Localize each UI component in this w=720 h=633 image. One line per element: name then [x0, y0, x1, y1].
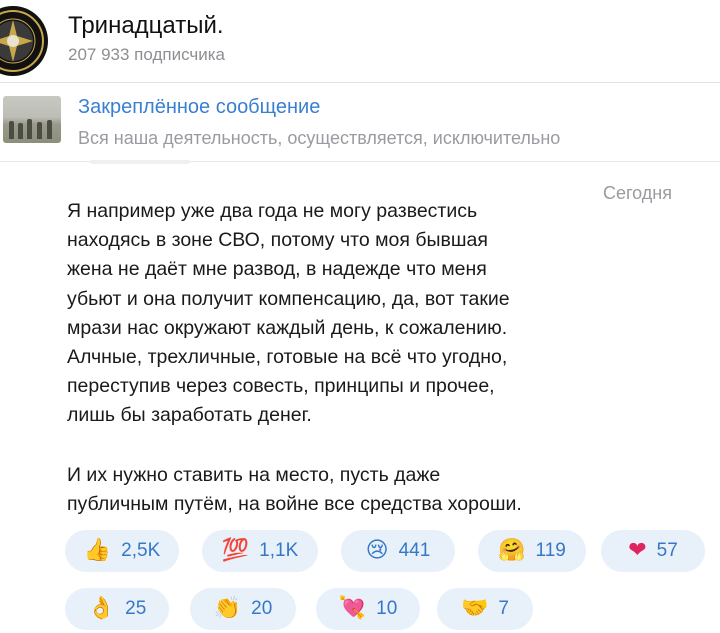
handshake-icon: 🤝 — [461, 596, 489, 621]
hundred-points-icon: 💯 — [221, 538, 250, 563]
message-line: находясь в зоне СВО, потому что моя бывш… — [67, 229, 488, 252]
divider — [90, 160, 190, 164]
reaction-count: 1,1K — [259, 540, 299, 561]
message-line: И их нужно ставить на место, пусть даже — [67, 463, 441, 486]
message-line: Алчные, трехличные, готовые на всё что у… — [67, 346, 508, 369]
crying-face-icon: 😢 — [365, 538, 389, 563]
message-line: жена не даёт мне развод, в надежде что м… — [67, 258, 487, 281]
reaction-count: 7 — [498, 598, 509, 619]
reactions-bar: 👍 2,5K 💯 1,1K 😢 441 🤗 119 ❤ 57 👌 25 👏 20… — [65, 530, 720, 630]
reaction-heart[interactable]: ❤ 57 — [601, 530, 705, 572]
message-line: Я например уже два года не могу развести… — [67, 200, 478, 222]
pinned-thumbnail[interactable] — [3, 96, 61, 143]
channel-avatar[interactable] — [0, 6, 48, 76]
reaction-hugging[interactable]: 🤗 119 — [478, 530, 586, 572]
clapping-hands-icon: 👏 — [213, 596, 242, 621]
message-line: мрази нас окружают каждый день, к сожале… — [67, 316, 508, 339]
reaction-hundred[interactable]: 💯 1,1K — [202, 530, 318, 572]
pinned-label: Закреплённое сообщение — [78, 96, 321, 118]
thumbs-up-icon: 👍 — [83, 538, 112, 563]
reaction-count: 25 — [125, 598, 147, 619]
reaction-clapping[interactable]: 👏 20 — [190, 588, 296, 630]
hugging-face-icon: 🤗 — [498, 538, 526, 563]
message-line: лишь бы заработать денег. — [67, 404, 312, 427]
channel-header[interactable]: Тринадцатый. 207 933 подписчика — [0, 0, 720, 83]
red-heart-icon: ❤ — [628, 538, 647, 563]
message-bubble: Я например уже два года не могу развести… — [67, 197, 687, 519]
reaction-handshake[interactable]: 🤝 7 — [437, 588, 533, 630]
channel-title[interactable]: Тринадцатый. — [68, 12, 224, 40]
reaction-crying[interactable]: 😢 441 — [341, 530, 455, 572]
reaction-count: 119 — [535, 540, 566, 561]
reaction-ok-hand[interactable]: 👌 25 — [65, 588, 169, 630]
skull-emblem-icon — [0, 10, 44, 72]
reaction-count: 2,5K — [121, 540, 161, 561]
reaction-count: 441 — [398, 540, 431, 561]
pinned-message-bar[interactable]: Закреплённое сообщение Вся наша деятельн… — [0, 83, 720, 162]
heart-with-arrow-icon: 💘 — [338, 596, 367, 621]
message-line: убьют и она получит компенсацию, да, вот… — [67, 287, 510, 310]
subscriber-count: 207 933 подписчика — [68, 45, 226, 64]
ok-hand-icon: 👌 — [87, 596, 116, 621]
reaction-heart-arrow[interactable]: 💘 10 — [316, 588, 420, 630]
message-line: публичным путём, на войне все средства х… — [67, 492, 522, 515]
pinned-preview: Вся наша деятельность, осуществляется, и… — [78, 128, 561, 148]
reaction-count: 57 — [656, 540, 678, 561]
message-line: переступив через совесть, принципы и про… — [67, 375, 495, 398]
reaction-thumbs-up[interactable]: 👍 2,5K — [65, 530, 179, 572]
reaction-count: 20 — [251, 598, 273, 619]
reaction-count: 10 — [376, 598, 398, 619]
